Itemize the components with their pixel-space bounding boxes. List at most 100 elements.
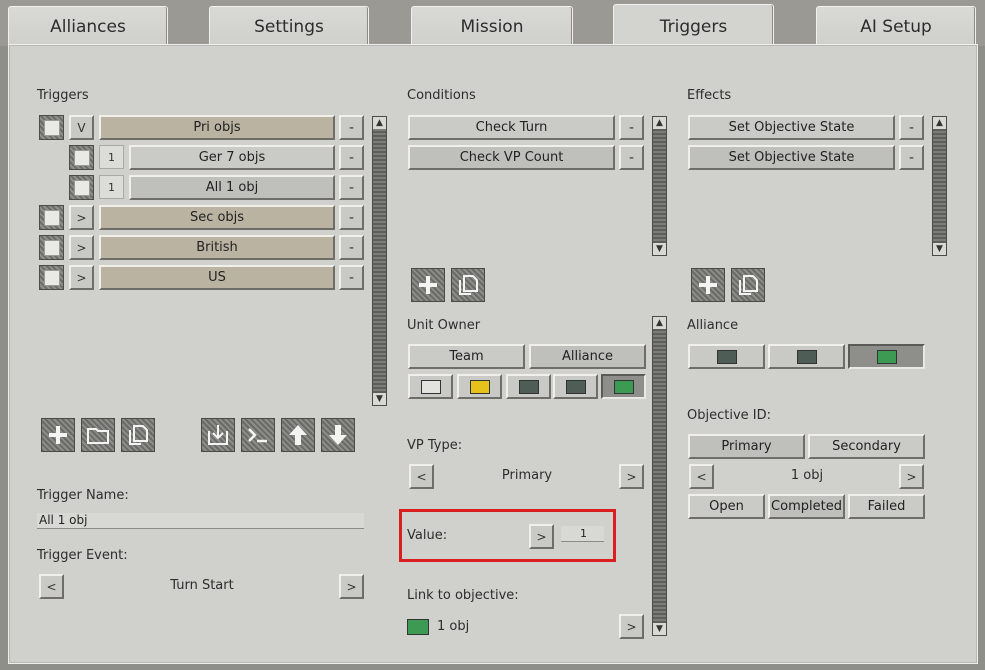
- state-failed-button[interactable]: Failed: [848, 494, 925, 519]
- color-chip: [796, 349, 817, 364]
- trigger-enable-checkbox[interactable]: [69, 175, 94, 200]
- condition-item-check-vp-count[interactable]: Check VP Count: [408, 145, 615, 170]
- link-objective-value: 1 obj: [437, 619, 470, 634]
- trigger-enable-checkbox[interactable]: [39, 205, 64, 230]
- value-increment-button[interactable]: >: [529, 524, 554, 549]
- scroll-down-arrow[interactable]: ▼: [653, 243, 666, 255]
- scroll-down-arrow[interactable]: ▼: [653, 623, 666, 635]
- alliance-button[interactable]: Alliance: [529, 344, 646, 369]
- copy-condition-button[interactable]: [451, 268, 485, 302]
- effect-remove-button[interactable]: -: [899, 115, 924, 140]
- add-trigger-button[interactable]: [41, 418, 75, 452]
- trigger-enable-checkbox[interactable]: [39, 265, 64, 290]
- trigger-count-badge: 1: [99, 145, 124, 169]
- add-condition-button[interactable]: [411, 268, 445, 302]
- trigger-expand-toggle[interactable]: >: [69, 205, 94, 230]
- copy-icon: [739, 275, 758, 295]
- value-field[interactable]: 1: [561, 526, 604, 542]
- scroll-down-arrow[interactable]: ▼: [373, 393, 386, 405]
- objective-prev-button[interactable]: <: [689, 464, 714, 489]
- trigger-event-value: Turn Start: [170, 578, 234, 593]
- effect-item-set-objective-state[interactable]: Set Objective State: [688, 115, 895, 140]
- copy-trigger-button[interactable]: [121, 418, 155, 452]
- trigger-item-us[interactable]: US: [99, 265, 335, 290]
- value-label: Value:: [407, 528, 448, 543]
- copy-effect-button[interactable]: [731, 268, 765, 302]
- effect-remove-button[interactable]: -: [899, 145, 924, 170]
- tab-strip: Alliances Settings Mission Triggers AI S…: [0, 0, 985, 48]
- conditions-scrollbar[interactable]: ▲ ▼: [652, 116, 667, 256]
- trigger-event-prev-button[interactable]: <: [39, 574, 64, 599]
- script-button[interactable]: [241, 418, 275, 452]
- effect-item-set-objective-state[interactable]: Set Objective State: [688, 145, 895, 170]
- move-down-button[interactable]: [321, 418, 355, 452]
- team-button[interactable]: Team: [408, 344, 525, 369]
- effects-scrollbar[interactable]: ▲ ▼: [932, 116, 947, 256]
- owner-color-yellow[interactable]: [457, 374, 502, 399]
- alliance-color-1[interactable]: [688, 344, 765, 369]
- condition-remove-button[interactable]: -: [619, 145, 644, 170]
- primary-button[interactable]: Primary: [688, 434, 805, 459]
- objective-next-button[interactable]: >: [899, 464, 924, 489]
- condition-details-scrollbar[interactable]: ▲ ▼: [652, 316, 667, 636]
- scroll-up-arrow[interactable]: ▲: [933, 117, 946, 129]
- trigger-remove-button[interactable]: -: [339, 205, 364, 230]
- scroll-up-arrow[interactable]: ▲: [373, 117, 386, 129]
- tab-mission[interactable]: Mission: [411, 6, 573, 46]
- condition-remove-button[interactable]: -: [619, 115, 644, 140]
- state-completed-button[interactable]: Completed: [768, 494, 845, 519]
- trigger-name-field[interactable]: All 1 obj: [37, 513, 364, 529]
- effects-heading: Effects: [687, 88, 732, 103]
- tab-alliances[interactable]: Alliances: [8, 6, 168, 46]
- trigger-expand-toggle[interactable]: V: [69, 115, 94, 140]
- trigger-remove-button[interactable]: -: [339, 145, 364, 170]
- vp-type-next-button[interactable]: >: [619, 464, 644, 489]
- trigger-event-next-button[interactable]: >: [339, 574, 364, 599]
- state-open-button[interactable]: Open: [688, 494, 765, 519]
- triggers-scrollbar[interactable]: ▲ ▼: [372, 116, 387, 406]
- vp-type-label: VP Type:: [407, 438, 463, 453]
- plus-icon: [699, 276, 717, 294]
- arrow-up-icon: [289, 425, 307, 445]
- add-folder-button[interactable]: [81, 418, 115, 452]
- owner-color-dark-green-2[interactable]: [553, 374, 598, 399]
- download-icon: [208, 425, 228, 445]
- owner-color-white[interactable]: [408, 374, 453, 399]
- secondary-button[interactable]: Secondary: [808, 434, 925, 459]
- import-button[interactable]: [201, 418, 235, 452]
- owner-color-green[interactable]: [601, 374, 646, 399]
- color-chip: [518, 379, 539, 394]
- link-objective-label: Link to objective:: [407, 588, 519, 603]
- trigger-item-british[interactable]: British: [99, 235, 335, 260]
- effect-alliance-label: Alliance: [687, 318, 739, 333]
- trigger-enable-checkbox[interactable]: [39, 235, 64, 260]
- trigger-remove-button[interactable]: -: [339, 235, 364, 260]
- scroll-up-arrow[interactable]: ▲: [653, 117, 666, 129]
- trigger-expand-toggle[interactable]: >: [69, 265, 94, 290]
- trigger-item-pri-objs[interactable]: Pri objs: [99, 115, 335, 140]
- owner-color-dark-green[interactable]: [506, 374, 551, 399]
- trigger-item-all-1-obj[interactable]: All 1 obj: [129, 175, 335, 200]
- move-up-button[interactable]: [281, 418, 315, 452]
- trigger-remove-button[interactable]: -: [339, 265, 364, 290]
- trigger-name-label: Trigger Name:: [37, 488, 129, 503]
- vp-type-prev-button[interactable]: <: [409, 464, 434, 489]
- trigger-enable-checkbox[interactable]: [69, 145, 94, 170]
- trigger-remove-button[interactable]: -: [339, 115, 364, 140]
- trigger-enable-checkbox[interactable]: [39, 115, 64, 140]
- add-effect-button[interactable]: [691, 268, 725, 302]
- trigger-expand-toggle[interactable]: >: [69, 235, 94, 260]
- tab-ai-setup[interactable]: AI Setup: [816, 6, 976, 46]
- scroll-down-arrow[interactable]: ▼: [933, 243, 946, 255]
- color-chip: [716, 349, 737, 364]
- trigger-remove-button[interactable]: -: [339, 175, 364, 200]
- trigger-item-ger-7-objs[interactable]: Ger 7 objs: [129, 145, 335, 170]
- alliance-color-2[interactable]: [768, 344, 845, 369]
- condition-item-check-turn[interactable]: Check Turn: [408, 115, 615, 140]
- tab-triggers[interactable]: Triggers: [613, 4, 774, 48]
- alliance-color-3[interactable]: [848, 344, 925, 369]
- tab-settings[interactable]: Settings: [209, 6, 369, 46]
- link-objective-next-button[interactable]: >: [619, 614, 644, 639]
- scroll-up-arrow[interactable]: ▲: [653, 317, 666, 329]
- trigger-item-sec-objs[interactable]: Sec objs: [99, 205, 335, 230]
